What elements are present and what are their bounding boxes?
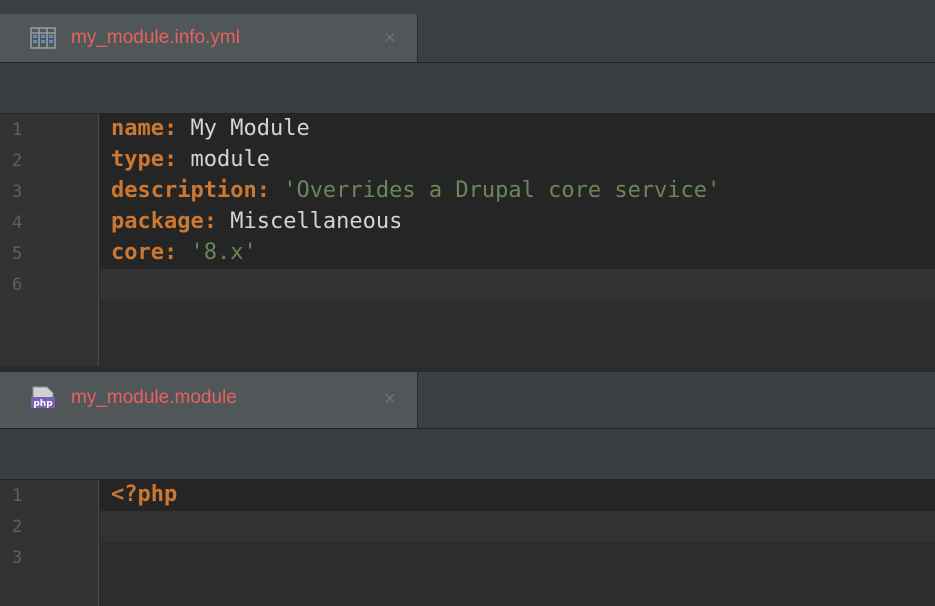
code-line: 4 package: Miscellaneous	[0, 207, 935, 238]
yaml-value: module	[177, 147, 270, 172]
code-line: 5 core: '8.x'	[0, 238, 935, 269]
line-number: 1	[12, 120, 23, 140]
yaml-key: type:	[111, 147, 178, 172]
yaml-key: core:	[111, 240, 178, 265]
line-number: 6	[12, 275, 23, 295]
close-icon[interactable]: ×	[384, 26, 396, 50]
tab-info-yml[interactable]: my_module.info.yml ×	[0, 14, 418, 62]
yaml-string-value: '8.x'	[177, 240, 257, 265]
code-line: 3	[0, 542, 935, 573]
code-text: core: '8.x'	[111, 240, 257, 265]
line-number: 1	[12, 486, 23, 506]
line-number: 3	[12, 548, 23, 568]
yaml-file-icon	[30, 27, 56, 49]
yaml-key: name:	[111, 116, 178, 141]
yaml-key: description:	[111, 178, 270, 203]
line-number: 5	[12, 244, 23, 264]
php-file-icon: php	[31, 386, 55, 409]
editor-pane-info-yml: my_module.info.yml × 1 name: My Module 2…	[0, 0, 935, 372]
code-text: name: My Module	[111, 116, 310, 141]
close-icon[interactable]: ×	[384, 387, 396, 411]
line-number: 4	[12, 213, 23, 233]
code-text: package: Miscellaneous	[111, 209, 402, 234]
yaml-value: My Module	[177, 116, 310, 141]
code-editor[interactable]: 1 name: My Module 2 type: module 3 descr…	[0, 114, 935, 366]
code-line: 1 name: My Module	[0, 114, 935, 145]
code-line: 2	[0, 511, 935, 542]
breadcrumb-strip	[0, 429, 935, 480]
code-line: 2 type: module	[0, 145, 935, 176]
breadcrumb-strip	[0, 63, 935, 114]
editor-tabbar: my_module.info.yml ×	[0, 14, 935, 63]
tab-filename: my_module.module	[71, 387, 237, 408]
php-open-tag: <?php	[111, 482, 178, 507]
line-number: 3	[12, 182, 23, 202]
code-text: description: 'Overrides a Drupal core se…	[111, 178, 720, 203]
editor-tabbar: php my_module.module ×	[0, 372, 935, 429]
yaml-value: Miscellaneous	[216, 209, 403, 234]
editor-pane-module: php my_module.module × 1 <?php 2 3	[0, 372, 935, 606]
code-text: type: module	[111, 147, 270, 172]
code-editor[interactable]: 1 <?php 2 3	[0, 480, 935, 606]
yaml-key: package:	[111, 209, 217, 234]
php-icon-text: php	[33, 399, 53, 409]
tab-module[interactable]: php my_module.module ×	[0, 372, 418, 428]
code-line: 3 description: 'Overrides a Drupal core …	[0, 176, 935, 207]
tab-filename: my_module.info.yml	[71, 27, 240, 48]
code-line: 1 <?php	[0, 480, 935, 511]
line-number: 2	[12, 151, 23, 171]
code-line: 6	[0, 269, 935, 300]
yaml-string-value: 'Overrides a Drupal core service'	[269, 178, 721, 203]
line-number: 2	[12, 517, 23, 537]
tabbar-top-strip	[0, 0, 935, 14]
